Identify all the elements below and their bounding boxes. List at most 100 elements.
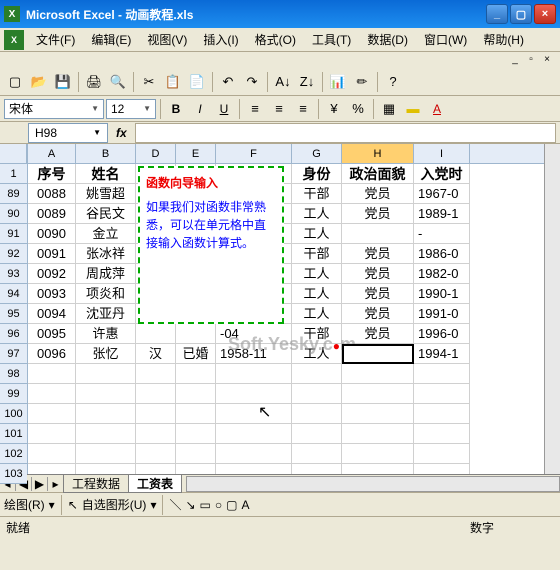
- cell[interactable]: 周成萍: [76, 264, 136, 284]
- cell[interactable]: [414, 404, 470, 424]
- cell[interactable]: [216, 384, 292, 404]
- cut-icon[interactable]: ✂: [138, 71, 160, 93]
- cell[interactable]: 1991-0: [414, 304, 470, 324]
- align-left-icon[interactable]: ≡: [244, 98, 266, 120]
- row-header[interactable]: 102: [0, 444, 27, 464]
- cell[interactable]: 沈亚丹: [76, 304, 136, 324]
- row-header[interactable]: 93: [0, 264, 27, 284]
- cell[interactable]: [136, 444, 176, 464]
- cell[interactable]: [76, 364, 136, 384]
- cell[interactable]: 干部: [292, 324, 342, 344]
- menu-edit[interactable]: 编辑(E): [83, 29, 139, 50]
- fx-icon[interactable]: fx: [116, 126, 127, 140]
- cell[interactable]: [76, 464, 136, 474]
- cell[interactable]: [414, 364, 470, 384]
- cell[interactable]: [414, 464, 470, 474]
- redo-icon[interactable]: ↷: [241, 71, 263, 93]
- cell[interactable]: 0088: [28, 184, 76, 204]
- cell[interactable]: 0095: [28, 324, 76, 344]
- font-size-combo[interactable]: 12▼: [106, 99, 156, 119]
- cell[interactable]: [28, 444, 76, 464]
- cell[interactable]: 党员: [342, 304, 414, 324]
- menu-file[interactable]: 文件(F): [28, 29, 83, 50]
- autoshapes-menu[interactable]: 自选图形(U): [82, 496, 147, 513]
- cell[interactable]: 0092: [28, 264, 76, 284]
- cell[interactable]: 1986-0: [414, 244, 470, 264]
- cell[interactable]: 干部: [292, 184, 342, 204]
- cell[interactable]: 党员: [342, 324, 414, 344]
- cell[interactable]: 党员: [342, 184, 414, 204]
- cell[interactable]: -: [414, 224, 470, 244]
- cell[interactable]: [292, 384, 342, 404]
- cell[interactable]: [76, 384, 136, 404]
- menu-help[interactable]: 帮助(H): [475, 29, 532, 50]
- horizontal-scrollbar[interactable]: [186, 476, 560, 492]
- cell[interactable]: [292, 364, 342, 384]
- sort-desc-icon[interactable]: Z↓: [296, 71, 318, 93]
- font-name-combo[interactable]: 宋体▼: [4, 99, 104, 119]
- header-cell[interactable]: 入党时: [414, 164, 470, 184]
- close-button[interactable]: ×: [534, 4, 556, 24]
- doc-minimize[interactable]: _: [508, 54, 522, 66]
- row-header[interactable]: 95: [0, 304, 27, 324]
- cell[interactable]: 1982-0: [414, 264, 470, 284]
- row-header[interactable]: 99: [0, 384, 27, 404]
- cell[interactable]: [342, 464, 414, 474]
- row-header[interactable]: 92: [0, 244, 27, 264]
- col-header-B[interactable]: B: [76, 144, 136, 163]
- cell[interactable]: 党员: [342, 344, 414, 364]
- row-header[interactable]: 94: [0, 284, 27, 304]
- cell[interactable]: 0091: [28, 244, 76, 264]
- underline-icon[interactable]: U: [213, 98, 235, 120]
- col-header-I[interactable]: I: [414, 144, 470, 163]
- cell[interactable]: [176, 424, 216, 444]
- col-header-H[interactable]: H: [342, 144, 414, 163]
- drawing-icon[interactable]: ✏: [351, 71, 373, 93]
- cell[interactable]: 1996-0: [414, 324, 470, 344]
- cell[interactable]: 党员: [342, 244, 414, 264]
- preview-icon[interactable]: 🔍: [107, 71, 129, 93]
- row-header[interactable]: 90: [0, 204, 27, 224]
- cell[interactable]: 项炎和: [76, 284, 136, 304]
- row-header[interactable]: 98: [0, 364, 27, 384]
- header-cell[interactable]: 姓名: [76, 164, 136, 184]
- cell[interactable]: 汉: [136, 344, 176, 364]
- cell[interactable]: 1989-1: [414, 204, 470, 224]
- menu-format[interactable]: 格式(O): [247, 29, 304, 50]
- fill-color-icon[interactable]: ▬: [402, 98, 424, 120]
- copy-icon[interactable]: 📋: [162, 71, 184, 93]
- cell[interactable]: [28, 424, 76, 444]
- cell[interactable]: [292, 404, 342, 424]
- menu-tools[interactable]: 工具(T): [304, 29, 359, 50]
- cell[interactable]: 工人: [292, 284, 342, 304]
- cell[interactable]: 1994-1: [414, 344, 470, 364]
- cell[interactable]: 1990-1: [414, 284, 470, 304]
- cell[interactable]: 党员: [342, 264, 414, 284]
- open-icon[interactable]: 📂: [28, 71, 50, 93]
- header-cell[interactable]: 序号: [28, 164, 76, 184]
- col-header-A[interactable]: A: [28, 144, 76, 163]
- cell[interactable]: 0093: [28, 284, 76, 304]
- rect-icon[interactable]: ▭: [200, 498, 211, 512]
- cell[interactable]: [176, 324, 216, 344]
- doc-restore[interactable]: ▫: [524, 54, 538, 66]
- row-header[interactable]: 101: [0, 424, 27, 444]
- cell[interactable]: 党员: [342, 204, 414, 224]
- cell[interactable]: [216, 464, 292, 474]
- cell[interactable]: 工人: [292, 344, 342, 364]
- cell[interactable]: 0090: [28, 224, 76, 244]
- bold-icon[interactable]: B: [165, 98, 187, 120]
- align-right-icon[interactable]: ≡: [292, 98, 314, 120]
- cell[interactable]: [292, 464, 342, 474]
- percent-icon[interactable]: %: [347, 98, 369, 120]
- cell[interactable]: 谷民文: [76, 204, 136, 224]
- currency-icon[interactable]: ¥: [323, 98, 345, 120]
- cell[interactable]: [176, 444, 216, 464]
- cell[interactable]: [28, 364, 76, 384]
- cell[interactable]: [136, 364, 176, 384]
- cell[interactable]: [216, 364, 292, 384]
- wordart-icon[interactable]: A: [241, 498, 249, 512]
- row-header[interactable]: 97: [0, 344, 27, 364]
- borders-icon[interactable]: ▦: [378, 98, 400, 120]
- cell[interactable]: [28, 384, 76, 404]
